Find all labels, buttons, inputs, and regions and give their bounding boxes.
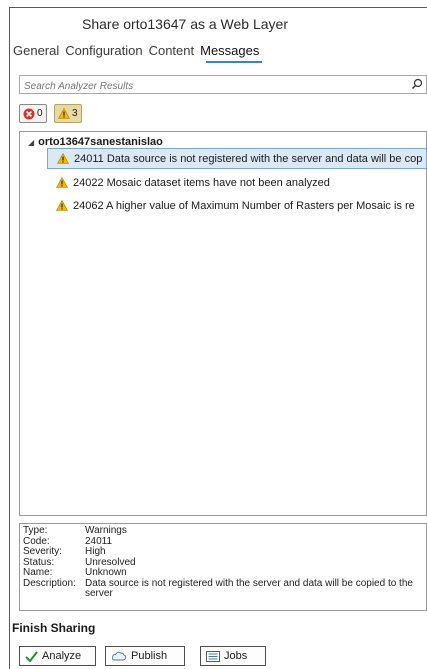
share-web-layer-pane: Share orto13647 as a Web Layer General C… [9, 7, 427, 669]
detail-label: Severity: [23, 546, 62, 557]
jobs-button-label: Jobs [224, 650, 248, 662]
detail-code-row: Code: 24011 [23, 536, 423, 548]
search-box [19, 75, 427, 95]
warning-icon [56, 200, 68, 211]
analyze-button-label: Analyze [42, 650, 82, 662]
analyzer-results-list: ◢ orto13647sanestanislao 24011 Data sour… [19, 131, 427, 516]
tab-messages[interactable]: Messages [200, 43, 259, 58]
jobs-list-icon [206, 650, 220, 662]
errors-count: 0 [37, 108, 43, 119]
warning-icon [57, 153, 69, 164]
active-tab-indicator [206, 61, 262, 63]
detail-severity-row: Severity: High [23, 546, 423, 558]
detail-description-row: Description: Data source is not register… [23, 577, 423, 600]
detail-label: Type: [23, 525, 48, 536]
analyze-button[interactable]: Analyze [19, 646, 96, 666]
publish-button[interactable]: Publish [105, 646, 185, 666]
finish-sharing-heading: Finish Sharing [12, 621, 96, 635]
result-text: 24062 A higher value of Maximum Number o… [73, 199, 415, 212]
detail-value: Data source is not registered with the s… [85, 577, 413, 599]
warning-icon [58, 108, 70, 119]
pane-title: Share orto13647 as a Web Layer [82, 16, 288, 32]
result-text: 24022 Mosaic dataset items have not been… [73, 176, 330, 189]
detail-label: Description: [23, 577, 76, 589]
warnings-filter-button[interactable]: 3 [54, 104, 82, 123]
tab-content[interactable]: Content [149, 43, 195, 58]
result-row[interactable]: 24011 Data source is not registered with… [47, 148, 427, 169]
result-row[interactable]: 24022 Mosaic dataset items have not been… [47, 172, 427, 193]
detail-label: Name: [23, 567, 53, 578]
tree-root-node[interactable]: ◢ orto13647sanestanislao [28, 136, 163, 148]
warnings-count: 3 [72, 108, 78, 119]
warning-icon [56, 177, 68, 188]
cloud-icon [111, 651, 127, 661]
publish-button-label: Publish [131, 650, 168, 662]
error-icon [23, 108, 35, 119]
jobs-button[interactable]: Jobs [200, 646, 266, 666]
detail-type-row: Type: Warnings [23, 525, 423, 537]
message-details-panel: Type: Warnings Code: 24011 Severity: Hig… [19, 523, 427, 611]
tree-root-label: orto13647sanestanislao [38, 136, 163, 148]
checkmark-icon [25, 650, 38, 662]
tab-general[interactable]: General [13, 43, 59, 58]
errors-filter-button[interactable]: 0 [19, 104, 47, 123]
detail-value: Warnings [85, 525, 127, 536]
detail-status-row: Status: Unresolved [23, 557, 423, 569]
tab-configuration[interactable]: Configuration [65, 43, 142, 58]
tab-bar: General Configuration Content Messages [13, 43, 265, 58]
detail-value: Unknown [85, 567, 127, 578]
detail-name-row: Name: Unknown [23, 567, 423, 579]
result-text: 24011 Data source is not registered with… [74, 152, 423, 165]
search-icon[interactable] [411, 78, 423, 90]
detail-value: High [85, 546, 106, 557]
collapse-caret-icon[interactable]: ◢ [28, 138, 34, 147]
search-input[interactable] [20, 78, 400, 95]
result-row[interactable]: 24062 A higher value of Maximum Number o… [47, 195, 427, 216]
